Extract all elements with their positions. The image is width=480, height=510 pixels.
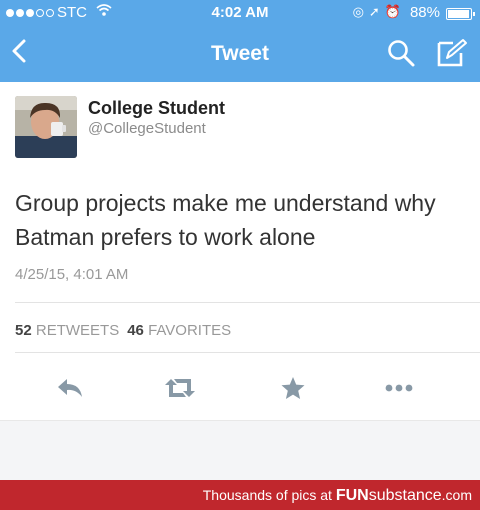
favorite-icon — [281, 377, 305, 399]
reply-area — [0, 420, 480, 480]
lock-rotation-icon: ◎ — [352, 4, 369, 19]
avatar-image — [15, 96, 77, 158]
status-bar: STC 4:02 AM ◎➚⏰ 88% — [0, 0, 480, 26]
more-icon — [385, 384, 413, 392]
alarm-icon: ⏰ — [384, 4, 406, 19]
banner-text: Thousands of pics at FUNsubstance.com — [203, 487, 472, 505]
divider — [15, 302, 480, 303]
top-bar: STC 4:02 AM ◎➚⏰ 88% Tweet — [0, 0, 480, 82]
more-button[interactable] — [379, 370, 419, 406]
reply-icon — [58, 379, 82, 397]
brand-fun: FUN — [335, 487, 369, 504]
retweets-label: RETWEETS — [35, 322, 120, 339]
favorites-stat[interactable]: 46 FAVORITES — [127, 322, 231, 339]
tweet-text: Group projects make me understand why Ba… — [15, 190, 436, 250]
favorite-button[interactable] — [273, 370, 313, 406]
retweets-count: 52 — [15, 322, 32, 339]
watermark-banner: Thousands of pics at FUNsubstance.com — [0, 480, 480, 510]
brand-tld: .com — [441, 487, 472, 503]
brand-substance: substance — [368, 487, 442, 504]
tweet-timestamp: 4/25/15, 4:01 AM — [15, 266, 129, 283]
tweet-stats: 52 RETWEETS 46 FAVORITES — [15, 322, 231, 339]
divider — [15, 352, 480, 353]
search-button[interactable] — [386, 38, 416, 68]
compose-icon — [437, 39, 467, 67]
battery-icon — [446, 8, 475, 20]
reply-button[interactable] — [50, 370, 90, 406]
battery-percent: 88% — [409, 4, 440, 21]
banner-prefix: Thousands of pics at — [202, 487, 332, 503]
location-icon: ➚ — [368, 4, 385, 19]
avatar[interactable] — [15, 96, 77, 158]
retweet-button[interactable] — [160, 370, 200, 406]
status-icons: ◎➚⏰ — [353, 4, 406, 20]
retweet-icon — [165, 379, 195, 397]
favorites-count: 46 — [127, 322, 144, 339]
tweet-actions — [0, 370, 480, 406]
compose-button[interactable] — [436, 38, 468, 68]
author-handle[interactable]: @CollegeStudent — [88, 120, 206, 137]
favorites-label: FAVORITES — [148, 322, 232, 339]
status-time: 4:02 AM — [211, 4, 269, 21]
author-name[interactable]: College Student — [88, 98, 225, 119]
search-icon — [388, 40, 415, 67]
retweets-stat[interactable]: 52 RETWEETS — [15, 322, 119, 339]
